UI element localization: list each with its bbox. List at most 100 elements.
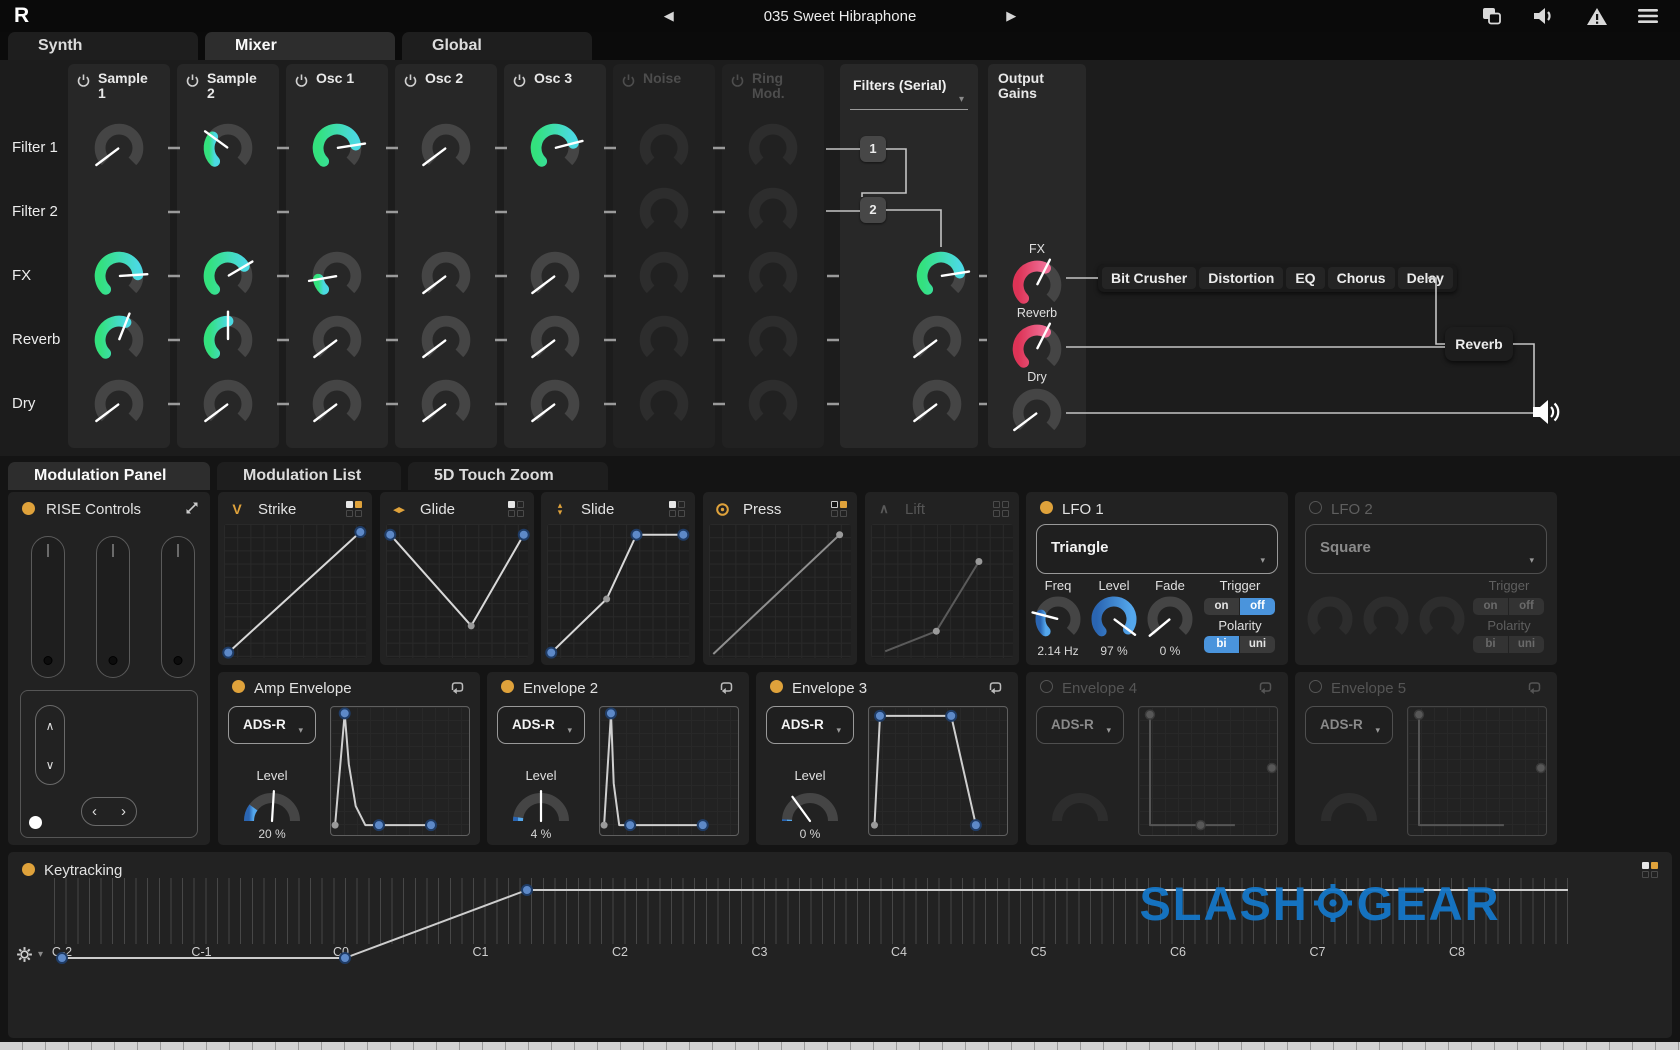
chevron-right-icon[interactable]: › xyxy=(121,803,126,820)
output-dry-knob[interactable] xyxy=(1010,386,1064,440)
filters-knob[interactable] xyxy=(914,249,968,303)
loop-icon[interactable] xyxy=(1526,680,1543,696)
mixer-knob[interactable] xyxy=(310,377,364,431)
envelope-4-curve-editor[interactable] xyxy=(1138,706,1278,836)
lift-curve-editor[interactable] xyxy=(871,524,1013,658)
mixer-knob[interactable] xyxy=(528,121,582,175)
lift-routing-grid-icon[interactable] xyxy=(993,501,1009,517)
expand-icon[interactable] xyxy=(184,500,200,516)
left-right-stepper[interactable]: ‹› xyxy=(81,797,137,826)
envelope-5-mode-select[interactable]: ADS-R▾ xyxy=(1305,706,1393,744)
envelope-5-curve-editor[interactable] xyxy=(1407,706,1547,836)
power-icon[interactable] xyxy=(404,74,417,87)
power-icon[interactable] xyxy=(622,74,635,87)
mixer-knob[interactable] xyxy=(201,313,255,367)
lfo2-wave-select[interactable]: Square▾ xyxy=(1305,524,1547,574)
mixer-knob[interactable] xyxy=(92,121,146,175)
mixer-knob[interactable] xyxy=(528,377,582,431)
envelope-3-level-knob[interactable] xyxy=(778,786,842,826)
mixer-knob[interactable] xyxy=(528,313,582,367)
mixer-knob[interactable] xyxy=(746,313,800,367)
output-fx-knob[interactable] xyxy=(1010,258,1064,312)
fx-node-distortion[interactable]: Distortion xyxy=(1199,267,1283,289)
lfo2-polarity-toggle-uni[interactable]: uni xyxy=(1509,636,1544,653)
mixer-knob[interactable] xyxy=(92,249,146,303)
mixer-knob[interactable] xyxy=(637,377,691,431)
envelope-3-curve-editor[interactable] xyxy=(868,706,1008,836)
envelope-1-mode-select[interactable]: ADS-R▾ xyxy=(228,706,316,744)
mixer-knob[interactable] xyxy=(528,249,582,303)
loop-icon[interactable] xyxy=(449,680,466,696)
tab-mixer[interactable]: Mixer xyxy=(205,32,395,60)
tab-modulation-panel[interactable]: Modulation Panel xyxy=(8,462,210,490)
power-icon[interactable] xyxy=(513,74,526,87)
strike-routing-grid-icon[interactable] xyxy=(346,501,362,517)
envelope-1-level-knob[interactable] xyxy=(240,786,304,826)
rise-slider[interactable] xyxy=(96,536,130,678)
envelope-5-level-knob[interactable] xyxy=(1317,786,1381,826)
filters-knob[interactable] xyxy=(910,313,964,367)
prev-preset-button[interactable]: ◀ xyxy=(664,8,674,24)
warning-icon[interactable] xyxy=(1586,7,1608,26)
envelope-1-curve-editor[interactable] xyxy=(330,706,470,836)
mixer-knob[interactable] xyxy=(419,121,473,175)
power-icon[interactable] xyxy=(295,74,308,87)
filters-knob[interactable] xyxy=(910,377,964,431)
press-curve-editor[interactable] xyxy=(709,524,851,658)
layers-icon[interactable] xyxy=(1482,7,1502,25)
tab-modulation-list[interactable]: Modulation List xyxy=(217,462,401,490)
tab-5d-touch-zoom[interactable]: 5D Touch Zoom xyxy=(408,462,608,490)
rise-enable-led[interactable] xyxy=(22,502,35,515)
keytracking-grid-icon[interactable] xyxy=(1642,862,1658,878)
lfo2-trigger-toggle-off[interactable]: off xyxy=(1509,598,1544,615)
volume-icon[interactable] xyxy=(1532,7,1556,25)
slide-curve-editor[interactable] xyxy=(547,524,689,658)
glide-curve-editor[interactable] xyxy=(386,524,528,658)
up-down-stepper[interactable]: ∧∨ xyxy=(35,705,65,785)
mixer-knob[interactable] xyxy=(419,313,473,367)
mixer-knob[interactable] xyxy=(746,185,800,239)
envelope-2-enable-led[interactable] xyxy=(501,680,514,693)
envelope-3-enable-led[interactable] xyxy=(770,680,783,693)
lfo1-polarity-toggle-bi[interactable]: bi xyxy=(1204,636,1239,653)
mixer-knob[interactable] xyxy=(746,377,800,431)
lfo2-polarity-toggle-bi[interactable]: bi xyxy=(1473,636,1508,653)
next-preset-button[interactable]: ▶ xyxy=(1006,8,1016,24)
chevron-down-icon[interactable]: ∨ xyxy=(46,758,55,772)
mixer-knob[interactable] xyxy=(92,313,146,367)
fx-node-delay[interactable]: Delay xyxy=(1398,267,1453,289)
rise-xy-handle[interactable] xyxy=(29,816,42,829)
envelope-4-level-knob[interactable] xyxy=(1048,786,1112,826)
chevron-down-icon[interactable]: ▾ xyxy=(959,94,964,105)
gear-icon[interactable] xyxy=(16,946,33,963)
mixer-knob[interactable] xyxy=(310,121,364,175)
reverb-effect-node[interactable]: Reverb xyxy=(1445,327,1513,361)
lfo1-wave-select[interactable]: Triangle▾ xyxy=(1036,524,1278,574)
envelope-5-enable-led[interactable] xyxy=(1309,680,1322,693)
mixer-knob[interactable] xyxy=(310,313,364,367)
lfo1-polarity-toggle-uni[interactable]: uni xyxy=(1240,636,1275,653)
lfo1-freq-knob[interactable] xyxy=(1033,594,1083,644)
mixer-knob[interactable] xyxy=(201,377,255,431)
filter-1-node[interactable]: 1 xyxy=(860,136,886,162)
fx-node-eq[interactable]: EQ xyxy=(1286,267,1324,289)
envelope-2-level-knob[interactable] xyxy=(509,786,573,826)
slide-routing-grid-icon[interactable] xyxy=(669,501,685,517)
tab-synth[interactable]: Synth xyxy=(8,32,198,60)
lfo1-level-knob[interactable] xyxy=(1089,594,1139,644)
tab-global[interactable]: Global xyxy=(402,32,592,60)
menu-icon[interactable] xyxy=(1638,8,1658,24)
lfo2-knob[interactable] xyxy=(1417,594,1467,644)
power-icon[interactable] xyxy=(77,74,90,87)
filters-panel-title[interactable]: Filters (Serial) xyxy=(853,77,946,93)
mixer-knob[interactable] xyxy=(637,121,691,175)
loop-icon[interactable] xyxy=(1257,680,1274,696)
lfo2-knob[interactable] xyxy=(1305,594,1355,644)
keyboard-strip[interactable] xyxy=(0,1042,1680,1050)
lfo1-fade-knob[interactable] xyxy=(1145,594,1195,644)
mixer-knob[interactable] xyxy=(92,377,146,431)
envelope-2-curve-editor[interactable] xyxy=(599,706,739,836)
filter-2-node[interactable]: 2 xyxy=(860,197,886,223)
lfo1-enable-led[interactable] xyxy=(1040,501,1053,514)
keytracking-enable-led[interactable] xyxy=(22,863,35,876)
